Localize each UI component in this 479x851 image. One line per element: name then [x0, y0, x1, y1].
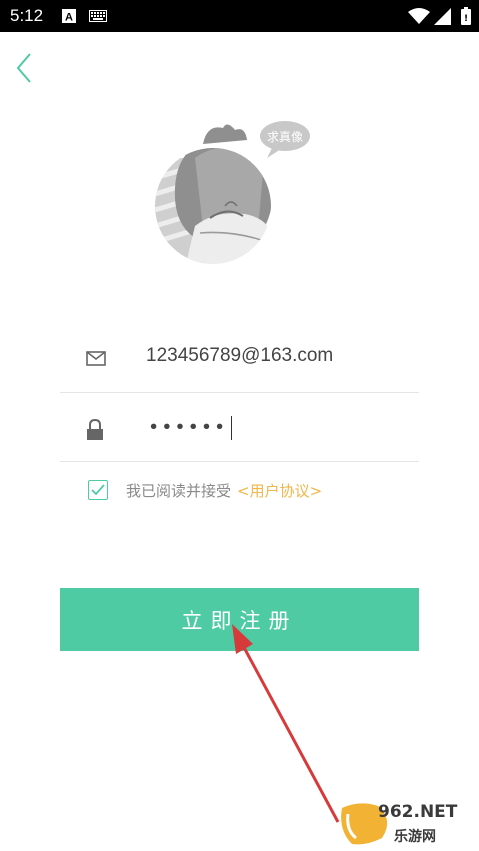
- speech-bubble-text: 求真像: [267, 130, 303, 144]
- agree-checkbox[interactable]: [88, 480, 108, 500]
- password-mask: ••••••: [148, 416, 228, 439]
- check-icon: [91, 484, 105, 496]
- mail-icon: [86, 351, 106, 366]
- agree-label: 我已阅读并接受: [126, 481, 232, 500]
- user-agreement-link[interactable]: <用户协议>: [237, 480, 322, 501]
- text-cursor: [231, 416, 233, 440]
- email-row: 123456789@163.com: [60, 323, 419, 393]
- back-button[interactable]: [10, 50, 42, 86]
- chevron-left-icon: [16, 53, 31, 83]
- a-icon: A: [62, 9, 76, 23]
- password-field[interactable]: ••••••: [148, 416, 233, 442]
- battery-icon: !: [461, 7, 471, 25]
- lock-icon: [87, 419, 103, 440]
- register-button-label: 立即注册: [181, 608, 298, 633]
- password-row: ••••••: [60, 392, 419, 462]
- wifi-icon: [408, 8, 430, 24]
- watermark-brand: 962.NET: [378, 802, 458, 822]
- keyboard-icon: [89, 10, 107, 22]
- svg-text:A: A: [65, 12, 73, 24]
- status-bar: 5:12 A !: [0, 0, 479, 32]
- email-field[interactable]: 123456789@163.com: [146, 345, 406, 373]
- register-button[interactable]: 立即注册: [60, 588, 419, 651]
- avatar-image: 求真像: [155, 121, 310, 264]
- avatar-illustration[interactable]: 求真像: [155, 118, 315, 268]
- agreement-row: 我已阅读并接受 <用户协议>: [88, 478, 322, 502]
- watermark-sub: 乐游网: [394, 829, 436, 845]
- cell-signal-icon: [434, 8, 451, 25]
- watermark-logo: 962.NET 乐游网: [338, 800, 476, 848]
- svg-text:!: !: [464, 14, 468, 24]
- status-time: 5:12: [10, 6, 44, 25]
